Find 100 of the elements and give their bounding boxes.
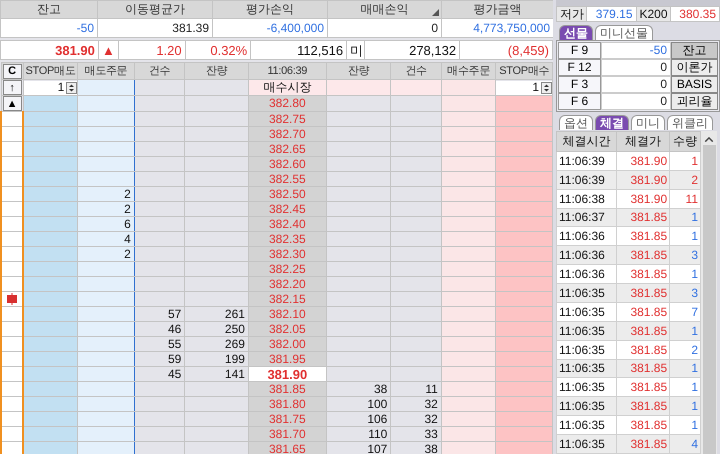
tab[interactable]: 미니선물 xyxy=(595,25,653,40)
tab[interactable]: 체결 xyxy=(595,115,629,130)
order-volume: 110 xyxy=(326,426,391,442)
contract-button[interactable]: F 12 xyxy=(558,59,601,76)
tab[interactable]: 선물 xyxy=(559,25,593,40)
field-value: 0 xyxy=(601,76,671,93)
sort-icon[interactable] xyxy=(432,9,439,16)
order-count: 55 xyxy=(134,336,185,352)
price-level[interactable]: 381.75 xyxy=(248,412,326,426)
order-volume: 100 xyxy=(326,396,391,412)
table-cell: 11:06:35 xyxy=(556,434,616,454)
scrollbar-thumb[interactable] xyxy=(702,145,716,454)
view-button[interactable]: BASIS xyxy=(671,76,718,93)
table-cell: 381.85 xyxy=(616,359,670,378)
table-cell: 11:06:35 xyxy=(556,359,616,378)
table-cell: 1 xyxy=(670,378,700,397)
volume: 112,516 xyxy=(250,40,347,60)
price-level[interactable]: 381.85 xyxy=(248,382,326,396)
price-level[interactable]: 382.60 xyxy=(248,156,326,172)
scroll-up-icon[interactable] xyxy=(704,136,714,144)
price-level[interactable]: 382.30 xyxy=(248,246,326,262)
tab[interactable]: 미니 xyxy=(631,115,665,130)
spinner-icon[interactable] xyxy=(541,82,552,94)
quantity-field[interactable]: 1 xyxy=(496,80,552,94)
price-level[interactable]: 381.90 xyxy=(248,366,326,382)
column-header: 매도주문 xyxy=(84,64,128,76)
price-level[interactable]: 382.55 xyxy=(248,172,326,186)
table-cell: 11:06:39 xyxy=(556,170,616,190)
price-level[interactable]: 382.80 xyxy=(248,96,326,112)
table-cell: 11:06:35 xyxy=(556,321,616,340)
marker-icon[interactable] xyxy=(6,293,18,305)
change-rate: 0.32% xyxy=(185,40,251,60)
up-arrow-button[interactable]: ▲ xyxy=(2,96,22,110)
scrollbar[interactable] xyxy=(701,131,717,454)
contract-button[interactable]: F 6 xyxy=(558,93,601,110)
table-cell: 11:06:35 xyxy=(556,340,616,360)
order-count: 32 xyxy=(390,412,442,426)
view-button[interactable]: 괴리율 xyxy=(671,93,718,110)
table-cell: 11:06:35 xyxy=(556,284,616,302)
price-level[interactable]: 381.80 xyxy=(248,396,326,412)
table-cell: 381.85 xyxy=(616,396,670,416)
table-cell: 1 xyxy=(670,226,700,246)
price-level[interactable]: 381.95 xyxy=(248,352,326,366)
table-cell: -50 xyxy=(0,18,98,38)
column-header: 체결시간 xyxy=(562,134,610,148)
tab[interactable]: 위클리 xyxy=(667,115,713,130)
field-value: 0 xyxy=(601,59,671,76)
view-button[interactable]: 잔고 xyxy=(671,42,718,59)
price-level[interactable]: 382.40 xyxy=(248,216,326,232)
field-value: 379.15 xyxy=(586,6,636,22)
order-count: 32 xyxy=(390,396,442,412)
order-count: 45 xyxy=(134,366,185,382)
up-button[interactable]: ↑ xyxy=(2,80,22,94)
price-level[interactable]: 382.15 xyxy=(248,292,326,306)
table-cell: 381.85 xyxy=(616,264,670,284)
price-level[interactable]: 382.35 xyxy=(248,232,326,246)
order-quantity: 2 xyxy=(78,202,134,216)
table-cell: 11:06:36 xyxy=(556,226,616,246)
open-interest-change: (8,459) xyxy=(460,40,552,60)
table-cell: 381.85 xyxy=(616,246,670,265)
price-level[interactable]: 382.70 xyxy=(248,126,326,142)
order-count: 59 xyxy=(134,352,185,366)
spinner-icon[interactable] xyxy=(66,82,77,94)
price-level[interactable]: 382.75 xyxy=(248,112,326,126)
order-count: 33 xyxy=(390,426,442,442)
table-cell: 11:06:39 xyxy=(556,151,616,170)
order-quantity: 4 xyxy=(78,232,134,246)
table-cell: 3 xyxy=(670,246,700,265)
column-header: STOP매도 xyxy=(26,64,76,76)
clear-button[interactable]: C xyxy=(2,64,22,78)
price-level[interactable]: 382.05 xyxy=(248,322,326,336)
price-level[interactable]: 382.65 xyxy=(248,142,326,156)
price-level[interactable]: 382.25 xyxy=(248,262,326,276)
market-buy-button[interactable]: 매수시장 xyxy=(248,80,326,96)
contract-button[interactable]: F 9 xyxy=(558,42,601,59)
order-quantity: 2 xyxy=(78,246,134,262)
table-cell: 381.85 xyxy=(616,340,670,360)
price-level[interactable]: 382.50 xyxy=(248,186,326,202)
price-level[interactable]: 381.70 xyxy=(248,426,326,442)
contract-button[interactable]: F 3 xyxy=(558,76,601,93)
column-header: 잔량 xyxy=(206,64,228,76)
view-button[interactable]: 이론가 xyxy=(671,59,718,76)
table-cell: 4,773,750,000 xyxy=(442,18,554,38)
table-cell: 2 xyxy=(670,340,700,360)
order-volume: 261 xyxy=(184,306,248,322)
table-cell: 2 xyxy=(670,170,700,190)
price-level[interactable]: 382.00 xyxy=(248,336,326,352)
price-level[interactable]: 382.10 xyxy=(248,306,326,322)
table-cell: 381.85 xyxy=(616,321,670,340)
price-change: 1.20 xyxy=(118,40,186,60)
tab[interactable]: 옵션 xyxy=(559,115,593,130)
price-level[interactable]: 382.20 xyxy=(248,276,326,292)
column-header: 잔량 xyxy=(348,64,370,76)
quantity-field[interactable]: 1 xyxy=(24,80,77,94)
price-level[interactable]: 381.65 xyxy=(248,442,326,454)
table-cell: 7 xyxy=(670,302,700,322)
column-header: 평가손익 xyxy=(246,2,294,16)
order-volume: 141 xyxy=(184,366,248,382)
price-level[interactable]: 382.45 xyxy=(248,202,326,216)
order-quantity: 2 xyxy=(78,186,134,202)
